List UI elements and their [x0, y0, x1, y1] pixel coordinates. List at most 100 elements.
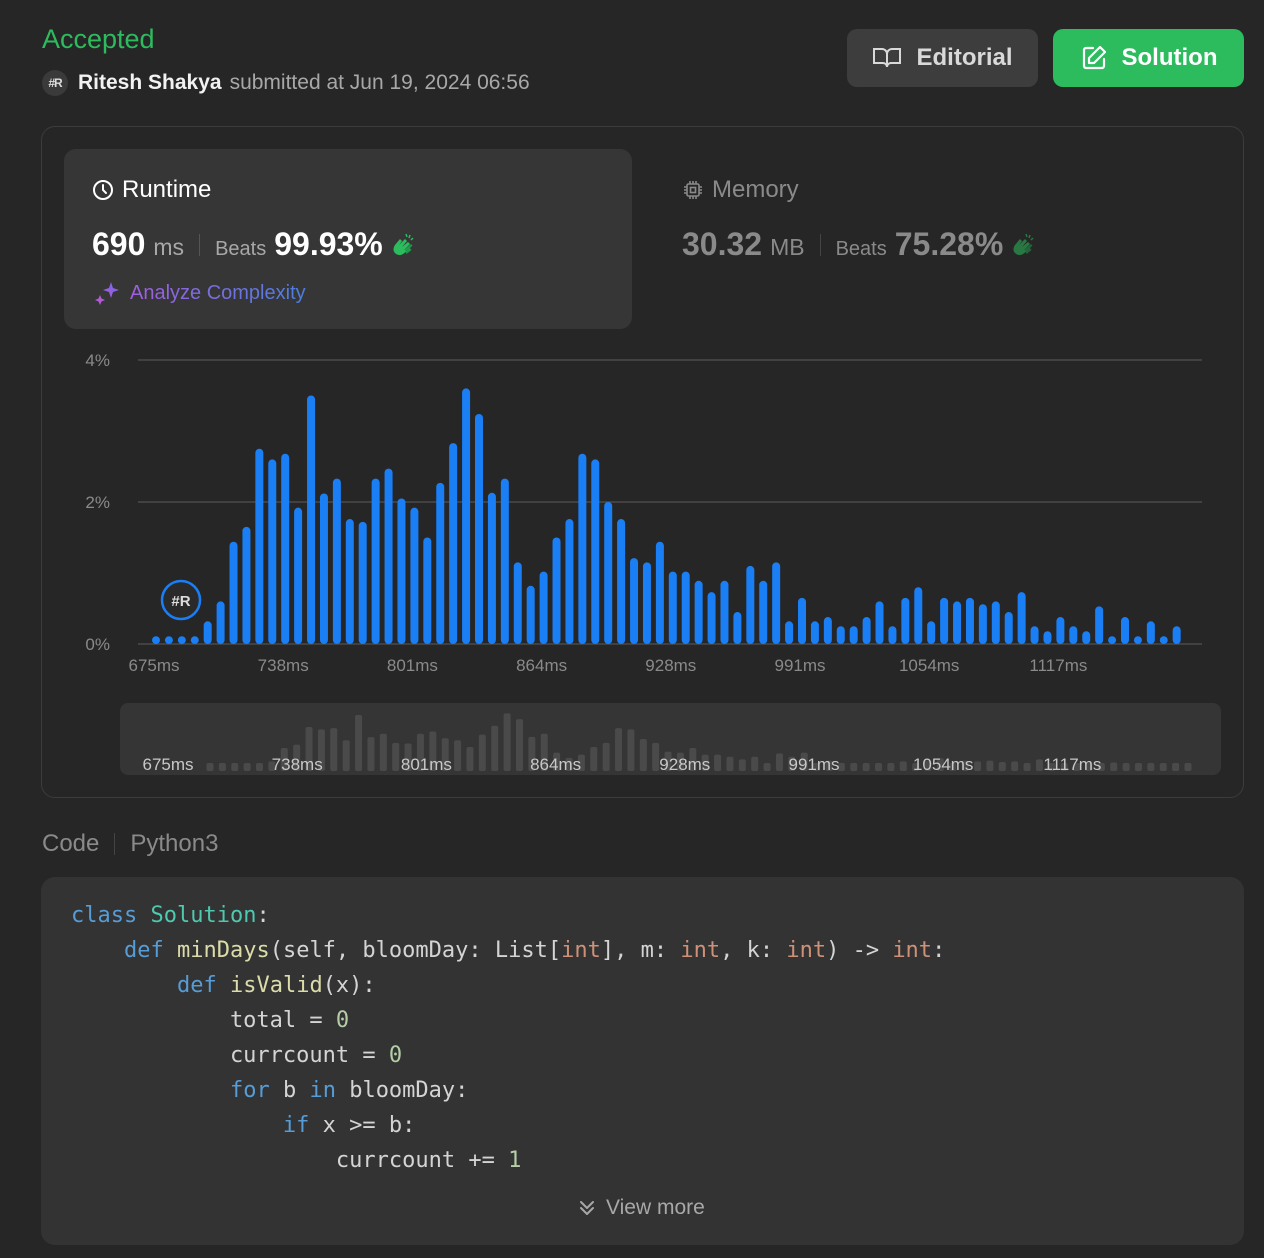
histogram-bar[interactable]: [307, 395, 316, 645]
histogram-bar[interactable]: [733, 612, 742, 644]
histogram-bar[interactable]: [720, 580, 729, 644]
histogram-bar[interactable]: [578, 453, 587, 644]
minimap-bar: [515, 719, 523, 771]
histogram-bar[interactable]: [927, 621, 936, 644]
histogram-bar[interactable]: [397, 498, 406, 644]
minimap-bar: [231, 763, 239, 771]
histogram-bar[interactable]: [1017, 592, 1026, 644]
histogram-bar[interactable]: [552, 537, 561, 645]
histogram-bar[interactable]: [513, 562, 522, 644]
histogram-bar[interactable]: [1159, 636, 1168, 644]
histogram-bar[interactable]: [177, 636, 186, 644]
histogram-bar[interactable]: [294, 507, 303, 644]
code-content[interactable]: class Solution: def minDays(self, bloomD…: [71, 898, 945, 1178]
histogram-bar[interactable]: [229, 541, 238, 644]
minimap-bar: [875, 763, 883, 771]
histogram-bar[interactable]: [281, 453, 290, 644]
histogram-bar[interactable]: [539, 571, 548, 644]
histogram-bar[interactable]: [384, 468, 393, 644]
histogram-bar[interactable]: [798, 597, 806, 644]
histogram-bar[interactable]: [1056, 617, 1065, 644]
histogram-bar[interactable]: [475, 413, 483, 644]
minimap-x-tick-label: 738ms: [272, 755, 323, 774]
histogram-bar[interactable]: [255, 448, 264, 644]
histogram-bar[interactable]: [759, 580, 768, 644]
minimap-x-tick-label: 801ms: [401, 755, 452, 774]
histogram-bar[interactable]: [242, 526, 251, 644]
minimap-bar: [1159, 763, 1167, 771]
histogram-bar[interactable]: [319, 493, 328, 644]
histogram-bar[interactable]: [152, 636, 160, 644]
histogram-bar[interactable]: [487, 492, 496, 644]
histogram-bar[interactable]: [953, 601, 962, 644]
histogram-bar[interactable]: [681, 571, 690, 644]
histogram-bar[interactable]: [1069, 626, 1078, 644]
histogram-bar[interactable]: [655, 541, 664, 644]
histogram-bar[interactable]: [164, 636, 173, 644]
histogram-bar[interactable]: [810, 621, 819, 644]
histogram-bar[interactable]: [371, 478, 380, 644]
histogram-bar[interactable]: [642, 562, 651, 644]
histogram-bar[interactable]: [500, 478, 509, 644]
histogram-bar[interactable]: [268, 459, 277, 644]
minimap-bar: [256, 763, 264, 771]
histogram-bar[interactable]: [888, 626, 897, 644]
histogram-bar[interactable]: [410, 507, 419, 644]
histogram-bar[interactable]: [901, 597, 910, 644]
histogram-bar[interactable]: [630, 558, 639, 644]
histogram-bar[interactable]: [746, 565, 755, 644]
histogram-bar[interactable]: [694, 580, 703, 644]
histogram-bar[interactable]: [462, 388, 471, 644]
minimap-x-tick-label: 991ms: [788, 755, 839, 774]
histogram-bar[interactable]: [707, 592, 716, 644]
histogram-bar[interactable]: [772, 562, 781, 644]
histogram-bar[interactable]: [190, 636, 199, 644]
histogram-bar[interactable]: [862, 617, 871, 644]
histogram-bar[interactable]: [1095, 606, 1104, 644]
histogram-bar[interactable]: [965, 597, 974, 644]
histogram-bar[interactable]: [526, 585, 535, 644]
minimap-bar: [615, 728, 623, 771]
histogram-bar[interactable]: [604, 502, 613, 644]
histogram-bar[interactable]: [1043, 631, 1052, 644]
minimap-x-tick-label: 928ms: [659, 755, 710, 774]
histogram-bar[interactable]: [785, 621, 794, 644]
histogram-bar[interactable]: [358, 521, 367, 644]
histogram-bar[interactable]: [849, 626, 858, 644]
histogram-bar[interactable]: [1121, 617, 1129, 644]
histogram-bar[interactable]: [1030, 626, 1039, 644]
histogram-bar[interactable]: [875, 601, 884, 644]
histogram-bar[interactable]: [1082, 631, 1091, 644]
minimap-bar: [330, 728, 338, 771]
histogram-bar[interactable]: [836, 626, 845, 644]
histogram-bar[interactable]: [1133, 636, 1142, 644]
minimap-bar: [392, 742, 400, 771]
minimap-bar: [491, 725, 499, 771]
histogram-bar[interactable]: [991, 601, 1000, 644]
histogram-bar[interactable]: [1108, 636, 1117, 644]
runtime-distribution-chart[interactable]: 0% 2% 4% 675ms 738ms 801ms 864ms 928ms 991ms 105…: [0, 0, 1264, 800]
histogram-bar[interactable]: [914, 587, 923, 644]
histogram-bar[interactable]: [203, 621, 212, 644]
histogram-bar[interactable]: [423, 537, 432, 645]
histogram-bar[interactable]: [1004, 612, 1013, 644]
histogram-bar[interactable]: [668, 571, 677, 644]
histogram-bar[interactable]: [436, 482, 445, 644]
histogram-bar[interactable]: [978, 604, 987, 644]
histogram-bar[interactable]: [823, 617, 832, 644]
minimap-bar: [639, 739, 647, 771]
histogram-bar[interactable]: [345, 519, 354, 644]
histogram-bar[interactable]: [332, 478, 341, 644]
chart-y-ticks: 0% 2% 4%: [85, 351, 110, 654]
x-tick-label: 675ms: [128, 656, 179, 675]
histogram-bar[interactable]: [591, 459, 600, 644]
view-more-button[interactable]: View more: [576, 1196, 705, 1220]
minimap-bar: [379, 733, 387, 771]
histogram-bar[interactable]: [940, 597, 949, 644]
histogram-bar[interactable]: [449, 443, 458, 644]
histogram-bar[interactable]: [1172, 626, 1181, 644]
histogram-bar[interactable]: [617, 519, 626, 644]
histogram-bar[interactable]: [216, 601, 225, 644]
histogram-bar[interactable]: [1146, 621, 1155, 644]
histogram-bar[interactable]: [565, 519, 574, 644]
